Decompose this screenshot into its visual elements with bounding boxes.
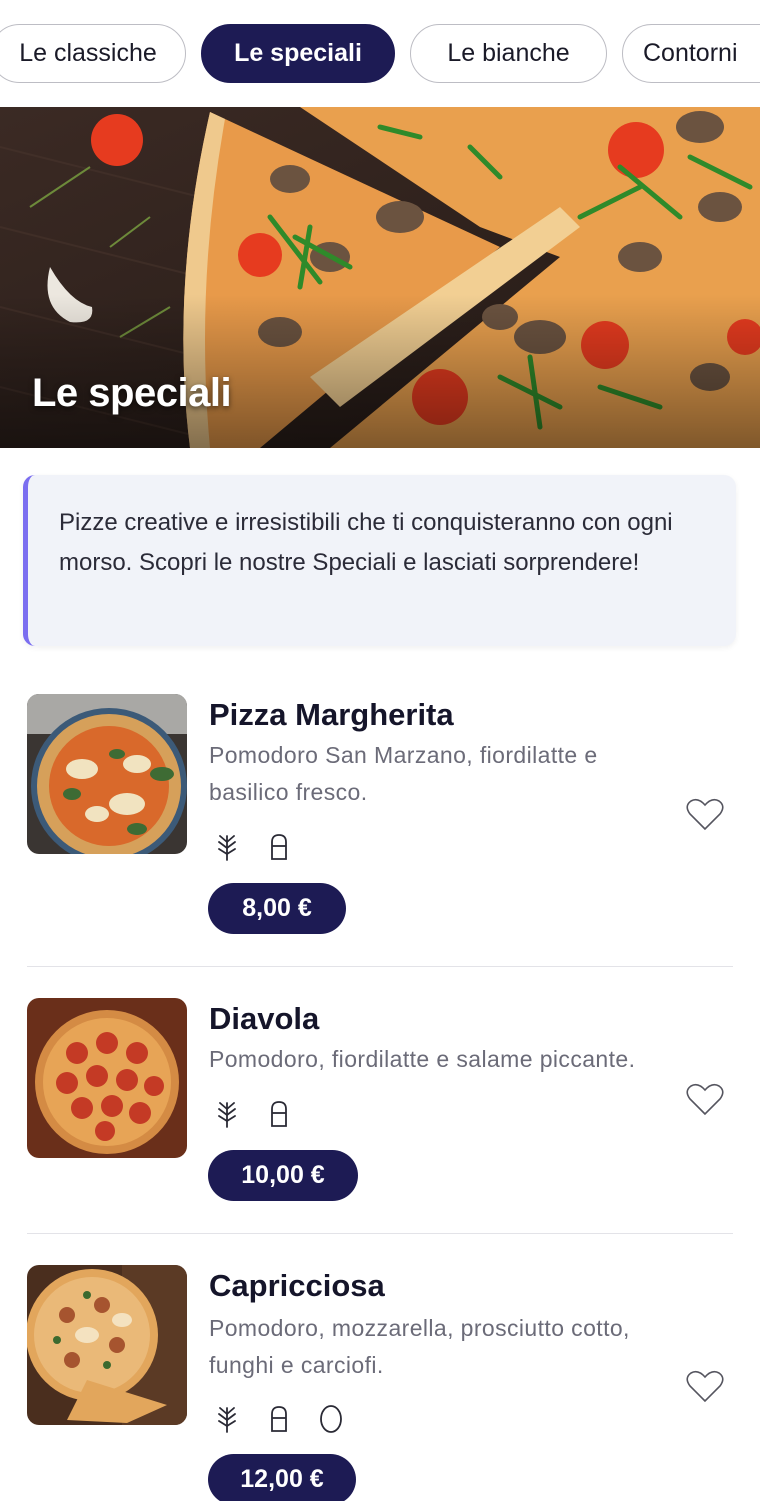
milk-icon [271,1406,287,1432]
diavola-image [27,998,187,1158]
capricciosa-image [27,1265,187,1425]
pizza-margherita-image [27,694,187,854]
tab-le-bianche[interactable]: Le bianche [410,24,607,83]
item-name: Capricciosa [209,1268,385,1303]
allergen-list [214,832,292,862]
divider [27,1233,733,1234]
category-tabs: Le classiche Le speciali Le bianche Cont… [0,0,760,107]
menu-item[interactable]: Pizza Margherita Pomodoro San Marzano, f… [0,694,760,966]
item-description: Pomodoro, mozzarella, prosciutto cotto, … [209,1315,630,1378]
milk-icon [271,834,287,860]
gluten-icon [218,1407,236,1433]
gluten-icon [218,835,236,861]
heart-icon[interactable] [686,798,724,832]
heart-icon[interactable] [686,1083,724,1117]
egg-icon [320,1405,342,1433]
price-tag: 10,00 € [208,1150,358,1201]
item-name: Pizza Margherita [209,697,454,732]
heart-icon[interactable] [686,1370,724,1404]
hero-title: Le speciali [32,371,232,415]
hero-banner: Le speciali [0,107,760,448]
category-description: Pizze creative e irresistibili che ti co… [59,509,673,576]
tab-contorni[interactable]: Contorni [622,24,760,83]
item-description: Pomodoro, fiordilatte e salame piccante. [209,1046,636,1072]
tab-le-speciali[interactable]: Le speciali [201,24,395,83]
price-tag: 8,00 € [208,883,346,934]
category-description-box: Pizze creative e irresistibili che ti co… [23,475,736,646]
tab-le-classiche[interactable]: Le classiche [0,24,186,83]
gluten-icon [218,1102,236,1128]
menu-item[interactable]: Diavola Pomodoro, fiordilatte e salame p… [0,998,760,1233]
price-tag: 12,00 € [208,1454,356,1501]
allergen-list [214,1099,292,1129]
item-description: Pomodoro San Marzano, fiordilatte e basi… [209,742,598,805]
divider [27,966,733,967]
milk-icon [271,1101,287,1127]
item-name: Diavola [209,1001,320,1036]
allergen-list [214,1404,344,1434]
menu-item[interactable]: Capricciosa Pomodoro, mozzarella, prosci… [0,1265,760,1501]
